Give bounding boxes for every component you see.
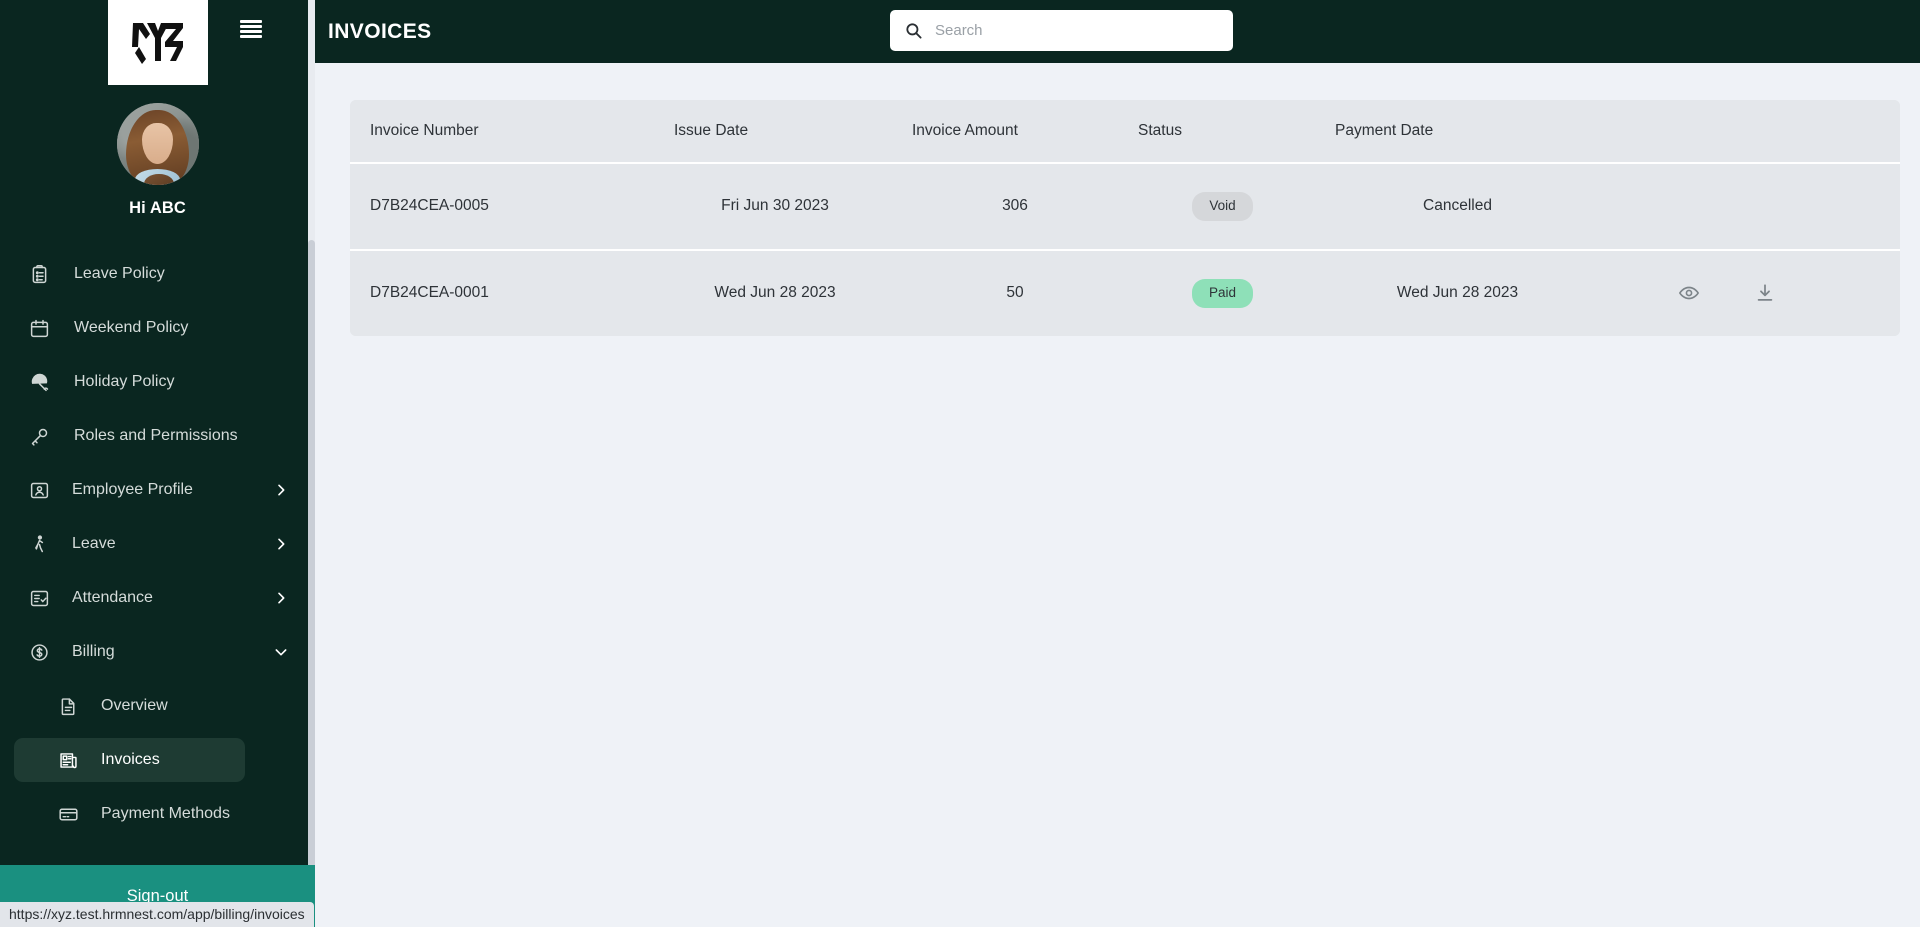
chevron-down-icon[interactable] <box>273 644 289 660</box>
search-icon <box>904 21 923 40</box>
column-header-status: Status <box>1130 100 1315 164</box>
search-box[interactable] <box>890 10 1233 51</box>
sidebar-item-label: Employee Profile <box>72 481 193 498</box>
sidebar-item-weekend-policy[interactable]: Weekend Policy <box>0 306 315 350</box>
sidebar-item-label: Weekend Policy <box>74 319 189 336</box>
sidebar-item-leave-policy[interactable]: Leave Policy <box>0 252 315 296</box>
column-header-actions <box>1600 100 1900 164</box>
cell-status: Void <box>1130 163 1315 251</box>
id-badge-icon <box>26 477 52 503</box>
beach-umbrella-icon <box>26 369 52 395</box>
cell-status: Paid <box>1130 249 1315 336</box>
avatar-wrapper <box>0 103 315 185</box>
cell-invoice-number: D7B24CEA-0005 <box>350 163 650 251</box>
main-area: INVOICES Invoice Number Issue D <box>240 0 1920 927</box>
sidebar-item-employee-profile[interactable]: Employee Profile <box>0 468 315 512</box>
sidebar: Hi ABC Leave Policy Weekend Policy Holid… <box>0 0 315 927</box>
table-header-row: Invoice Number Issue Date Invoice Amount… <box>350 100 1900 164</box>
sidebar-item-label: Billing <box>72 643 115 660</box>
cell-actions <box>1600 163 1900 251</box>
sidebar-nav: Leave Policy Weekend Policy Holiday Poli… <box>0 252 315 836</box>
sidebar-item-label: Leave Policy <box>74 265 165 282</box>
credit-card-icon <box>55 801 81 827</box>
clipboard-list-icon <box>26 261 52 287</box>
sidebar-item-label: Attendance <box>72 589 153 606</box>
cell-issue-date: Fri Jun 30 2023 <box>650 163 900 251</box>
sidebar-item-label: Payment Methods <box>101 805 230 822</box>
sidebar-item-label: Holiday Policy <box>74 373 175 390</box>
newspaper-icon <box>55 747 81 773</box>
sidebar-item-label: Overview <box>101 697 168 714</box>
sidebar-item-billing[interactable]: Billing <box>0 630 315 674</box>
chevron-right-icon[interactable] <box>273 590 289 606</box>
status-badge: Paid <box>1191 278 1254 308</box>
table-row[interactable]: D7B24CEA-0005 Fri Jun 30 2023 306 Void C… <box>350 163 1900 251</box>
app-root: Hi ABC Leave Policy Weekend Policy Holid… <box>0 0 1920 927</box>
table-head: Invoice Number Issue Date Invoice Amount… <box>350 100 1900 164</box>
sidebar-item-label: Leave <box>72 535 116 552</box>
search-input[interactable] <box>935 22 1219 39</box>
cell-invoice-amount: 306 <box>900 163 1130 251</box>
key-icon <box>26 423 52 449</box>
sidebar-item-label: Roles and Permissions <box>74 427 238 444</box>
cell-payment-date: Cancelled <box>1315 163 1600 251</box>
checklist-icon <box>26 585 52 611</box>
document-icon <box>55 693 81 719</box>
avatar[interactable] <box>116 103 199 185</box>
sidebar-item-roles-and-permissions[interactable]: Roles and Permissions <box>0 414 315 458</box>
page-title: INVOICES <box>328 19 432 43</box>
cell-payment-date: Wed Jun 28 2023 <box>1315 249 1600 336</box>
eye-icon[interactable] <box>1678 282 1700 304</box>
hamburger-line <box>240 30 262 33</box>
calendar-icon <box>26 315 52 341</box>
sidebar-item-attendance[interactable]: Attendance <box>0 576 315 620</box>
user-greeting: Hi ABC <box>129 199 186 217</box>
cell-issue-date: Wed Jun 28 2023 <box>650 249 900 336</box>
sidebar-item-overview[interactable]: Overview <box>0 684 315 728</box>
hamburger-line <box>240 20 262 23</box>
sidebar-item-payment-methods[interactable]: Payment Methods <box>0 792 315 836</box>
top-bar: INVOICES <box>240 0 1920 63</box>
column-header-invoice-amount: Invoice Amount <box>900 100 1130 164</box>
sidebar-item-leave[interactable]: Leave <box>0 522 315 566</box>
sidebar-item-holiday-policy[interactable]: Holiday Policy <box>0 360 315 404</box>
invoices-table: Invoice Number Issue Date Invoice Amount… <box>350 100 1900 336</box>
hamburger-line <box>240 35 262 38</box>
table-body: D7B24CEA-0005 Fri Jun 30 2023 306 Void C… <box>350 163 1900 336</box>
download-icon[interactable] <box>1754 282 1776 304</box>
sidebar-item-label: Invoices <box>101 751 160 768</box>
status-bar-url: https://xyz.test.hrmnest.com/app/billing… <box>0 902 314 927</box>
invoices-table-card: Invoice Number Issue Date Invoice Amount… <box>350 100 1900 336</box>
column-header-payment-date: Payment Date <box>1315 100 1600 164</box>
chevron-right-icon[interactable] <box>273 536 289 552</box>
hamburger-line <box>240 25 262 28</box>
row-actions <box>1600 282 1900 304</box>
status-badge: Void <box>1192 192 1253 221</box>
chevron-right-icon[interactable] <box>273 482 289 498</box>
walking-person-icon <box>26 531 52 557</box>
cell-actions <box>1600 249 1900 336</box>
dollar-circle-icon <box>26 639 52 665</box>
sidebar-item-invoices[interactable]: Invoices <box>14 738 245 782</box>
column-header-issue-date: Issue Date <box>650 100 900 164</box>
cell-invoice-amount: 50 <box>900 249 1130 336</box>
column-header-invoice-number: Invoice Number <box>350 100 650 164</box>
table-row[interactable]: D7B24CEA-0001 Wed Jun 28 2023 50 Paid We… <box>350 249 1900 336</box>
content-area: Invoice Number Issue Date Invoice Amount… <box>315 63 1920 927</box>
brand-logo[interactable] <box>107 0 208 85</box>
cell-invoice-number: D7B24CEA-0001 <box>350 249 650 336</box>
sidebar-scrollbar-thumb[interactable] <box>308 240 315 880</box>
hamburger-icon[interactable] <box>240 20 262 38</box>
